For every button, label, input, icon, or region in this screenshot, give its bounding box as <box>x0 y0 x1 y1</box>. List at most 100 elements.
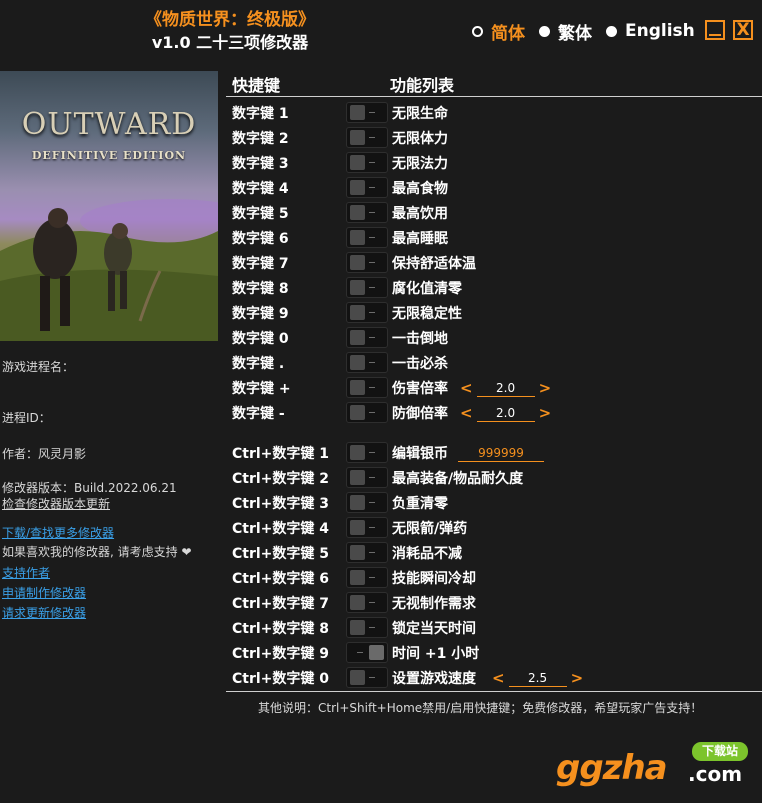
game-speed-input[interactable] <box>508 669 567 687</box>
footer-note: 其他说明：Ctrl+Shift+Home禁用/启用快捷键；免费修改器，希望玩家广… <box>258 701 703 715</box>
cheat-toggle[interactable] <box>346 152 388 173</box>
cheat-toggle[interactable] <box>346 592 388 613</box>
request-trainer-link[interactable]: 申请制作修改器 <box>2 584 86 601</box>
silver-amount-input[interactable] <box>458 444 544 462</box>
toggle-knob <box>350 670 365 685</box>
toggle-knob <box>350 330 365 345</box>
cheat-toggle[interactable] <box>346 277 388 298</box>
cheat-row: Ctrl+数字键 9 时间 +1 小时 <box>232 640 762 665</box>
cheat-toggle[interactable] <box>346 442 388 463</box>
toggle-knob <box>350 180 365 195</box>
version-label: 修改器版本：Build.2022.06.21 <box>2 481 177 495</box>
site-watermark-logo: ggzha .com 下载站 <box>556 736 756 796</box>
increase-arrow-icon[interactable]: > <box>539 404 552 422</box>
increase-arrow-icon[interactable]: > <box>539 379 552 397</box>
toggle-knob <box>350 355 365 370</box>
cheat-toggle[interactable] <box>346 252 388 273</box>
cheat-row: Ctrl+数字键 6 技能瞬间冷却 <box>232 565 762 590</box>
hotkey-label: Ctrl+数字键 0 <box>232 671 330 687</box>
hotkey-label: 数字键 + <box>232 381 291 397</box>
cheat-toggle[interactable] <box>346 617 388 638</box>
decrease-arrow-icon[interactable]: < <box>460 379 473 397</box>
hotkey-label: Ctrl+数字键 3 <box>232 496 330 512</box>
feature-label: 无限生命 <box>392 106 448 122</box>
toggle-dash <box>369 287 375 288</box>
lang-option-simplified[interactable]: 简体 <box>472 19 525 44</box>
watermark-badge: 下载站 <box>692 742 748 761</box>
feature-label: 最高食物 <box>392 181 448 197</box>
cheat-toggle[interactable] <box>346 667 388 688</box>
defense-multiplier-input[interactable] <box>476 404 535 422</box>
toggle-knob <box>350 305 365 320</box>
feature-label: 无视制作需求 <box>392 596 476 612</box>
toggle-dash <box>369 627 375 628</box>
title-block: 《物质世界：终极版》 v1.0 二十三项修改器 <box>0 8 460 54</box>
toggle-dash <box>369 237 375 238</box>
cheat-row: 数字键 9 无限稳定性 <box>232 300 762 325</box>
toggle-knob <box>350 495 365 510</box>
cheat-row: 数字键 3 无限法力 <box>232 150 762 175</box>
cheat-row: 数字键 0 一击倒地 <box>232 325 762 350</box>
cheat-toggle[interactable] <box>346 467 388 488</box>
toggle-knob <box>350 545 365 560</box>
feature-label: 无限稳定性 <box>392 306 462 322</box>
cheat-toggle[interactable] <box>346 102 388 123</box>
cheat-row: 数字键 4 最高食物 <box>232 175 762 200</box>
download-more-link[interactable]: 下载/查找更多修改器 <box>2 524 114 541</box>
cheat-toggle[interactable] <box>346 327 388 348</box>
support-text: 如果喜欢我的修改器, 请考虑支持 ❤ <box>2 545 192 559</box>
decrease-arrow-icon[interactable]: < <box>460 404 473 422</box>
cheat-toggle[interactable] <box>346 352 388 373</box>
lang-label: English <box>625 21 695 41</box>
cheat-row: 数字键 2 无限体力 <box>232 125 762 150</box>
increase-arrow-icon[interactable]: > <box>571 669 584 687</box>
cheat-row: Ctrl+数字键 1 编辑银币 <box>232 440 762 465</box>
minimize-icon[interactable] <box>705 20 725 40</box>
feature-label: 保持舒适体温 <box>392 256 476 272</box>
cheat-toggle[interactable] <box>346 127 388 148</box>
cheat-row: 数字键 - 防御倍率 < > <box>232 400 762 425</box>
hotkey-label: Ctrl+数字键 7 <box>232 596 330 612</box>
cover-title: OUTWARD <box>21 107 197 142</box>
toggle-dash <box>369 677 375 678</box>
toggle-knob <box>350 570 365 585</box>
cheat-toggle[interactable] <box>346 402 388 423</box>
damage-multiplier-input[interactable] <box>476 379 535 397</box>
close-icon[interactable]: X <box>733 20 753 40</box>
hotkey-label: 数字键 . <box>232 356 285 372</box>
cheat-toggle[interactable] <box>346 202 388 223</box>
lang-option-traditional[interactable]: 繁体 <box>539 19 592 44</box>
trainer-title: 《物质世界：终极版》 <box>145 10 315 30</box>
feature-label: 最高装备/物品耐久度 <box>392 471 524 487</box>
decrease-arrow-icon[interactable]: < <box>492 669 505 687</box>
toggle-dash <box>357 652 363 653</box>
request-update-link[interactable]: 请求更新修改器 <box>2 604 86 621</box>
cheat-toggle[interactable] <box>346 517 388 538</box>
toggle-knob <box>350 380 365 395</box>
toggle-knob <box>350 230 365 245</box>
hotkey-label: Ctrl+数字键 1 <box>232 446 330 462</box>
lang-option-english[interactable]: English <box>606 21 695 41</box>
cheat-row: 数字键 . 一击必杀 <box>232 350 762 375</box>
toggle-dash <box>369 527 375 528</box>
cheat-toggle[interactable] <box>346 227 388 248</box>
cheat-toggle[interactable] <box>346 302 388 323</box>
cheat-toggle[interactable] <box>346 177 388 198</box>
cheat-toggle[interactable] <box>346 492 388 513</box>
game-speed-stepper: < > <box>492 667 583 689</box>
cheat-toggle[interactable] <box>346 567 388 588</box>
toggle-knob <box>350 255 365 270</box>
support-author-link[interactable]: 支持作者 <box>2 564 50 581</box>
cheat-toggle[interactable] <box>346 377 388 398</box>
trainer-subtitle: v1.0 二十三项修改器 <box>151 33 309 52</box>
feature-label: 设置游戏速度 <box>392 671 476 687</box>
toggle-dash <box>369 452 375 453</box>
cheat-toggle[interactable] <box>346 542 388 563</box>
toggle-dash <box>369 387 375 388</box>
radio-icon <box>606 25 617 37</box>
cheat-row: Ctrl+数字键 5 消耗品不减 <box>232 540 762 565</box>
feature-label: 最高饮用 <box>392 206 448 222</box>
features-column-header: 功能列表 <box>390 76 455 95</box>
cheat-toggle[interactable] <box>346 642 388 663</box>
check-update-link[interactable]: 检查修改器版本更新 <box>2 495 110 512</box>
